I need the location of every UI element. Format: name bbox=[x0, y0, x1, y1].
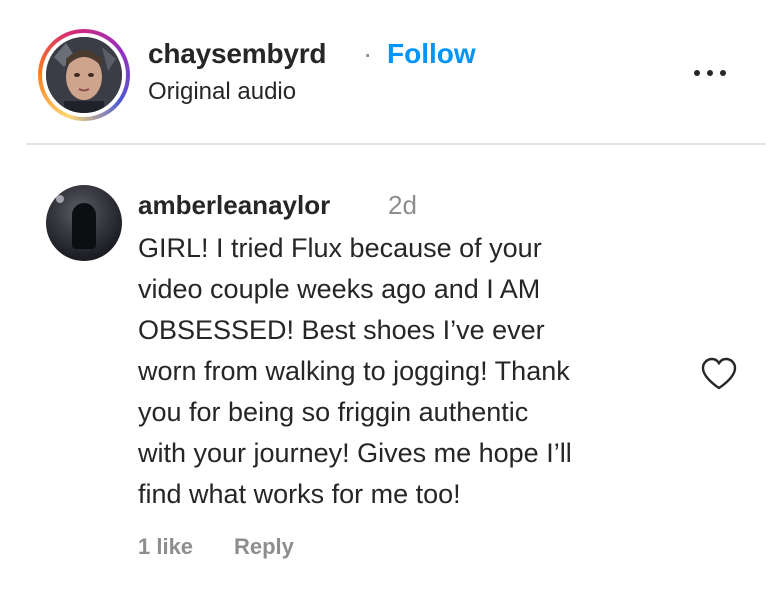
comment-text: GIRL! I tried Flux because of your video… bbox=[138, 228, 698, 515]
like-count[interactable]: 1 like bbox=[138, 534, 193, 560]
avatar-figure bbox=[72, 203, 96, 249]
avatar-ring-inner bbox=[42, 33, 126, 117]
more-options-icon[interactable] bbox=[688, 54, 732, 90]
header-divider bbox=[26, 143, 766, 145]
comment-time: 2d bbox=[388, 190, 417, 220]
comment-line: GIRL! I tried Flux because of your bbox=[138, 233, 542, 263]
comment-author[interactable]: amberleanaylor bbox=[138, 190, 330, 221]
comment-line: find what works for me too! bbox=[138, 479, 461, 509]
post-username[interactable]: chaysembyrd bbox=[148, 38, 327, 70]
avatar[interactable] bbox=[46, 37, 122, 113]
separator-dot: · bbox=[363, 38, 373, 69]
story-ring[interactable] bbox=[38, 29, 130, 121]
comment-line: worn from walking to jogging! Thank bbox=[138, 356, 570, 386]
avatar-photo bbox=[46, 37, 122, 113]
follow-button[interactable]: Follow bbox=[387, 38, 476, 70]
more-dot bbox=[707, 70, 713, 76]
heart-icon[interactable] bbox=[699, 356, 739, 392]
post-header: chaysembyrd · Follow Original audio bbox=[0, 0, 784, 144]
comment-avatar[interactable] bbox=[46, 185, 122, 261]
comment-line: OBSESSED! Best shoes I’ve ever bbox=[138, 315, 545, 345]
more-dot bbox=[694, 70, 700, 76]
comment-line: you for being so friggin authentic bbox=[138, 397, 529, 427]
more-dot bbox=[720, 70, 726, 76]
comment-line: with your journey! Gives me hope I’ll bbox=[138, 438, 572, 468]
comment-line: video couple weeks ago and I AM bbox=[138, 274, 541, 304]
reply-button[interactable]: Reply bbox=[234, 534, 294, 560]
audio-label[interactable]: Original audio bbox=[148, 78, 296, 106]
avatar-light bbox=[56, 195, 64, 203]
